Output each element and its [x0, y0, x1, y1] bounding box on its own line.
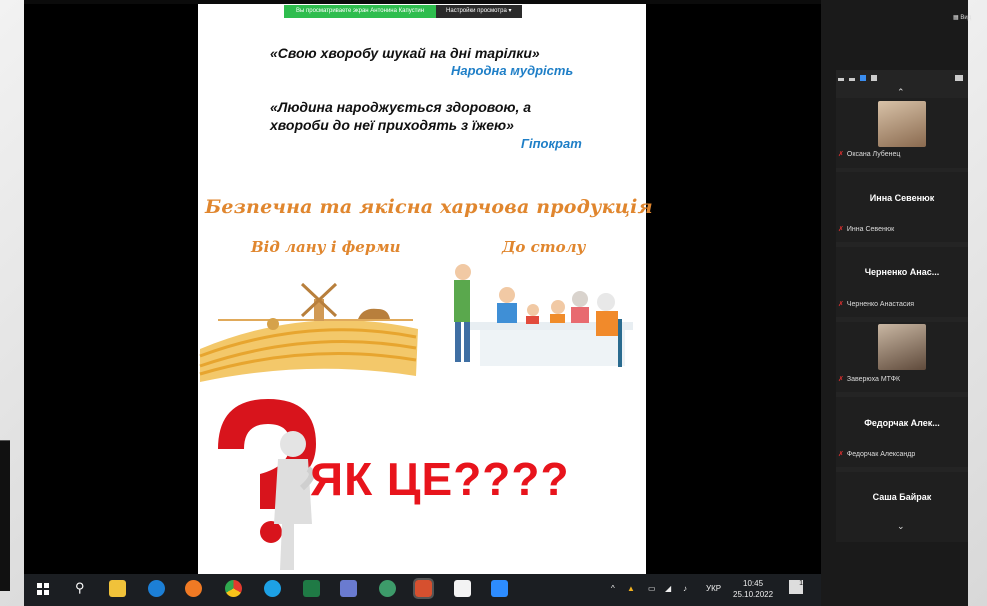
view-button-label: Вид	[960, 15, 972, 21]
scroll-up-icon[interactable]: ⌃	[897, 87, 905, 98]
firefox-icon[interactable]	[185, 580, 202, 597]
tray-overflow-icon[interactable]: ^	[611, 584, 615, 593]
volume-icon[interactable]: ♪	[683, 584, 687, 593]
battery-icon[interactable]: ▭	[648, 584, 656, 593]
excel-icon[interactable]	[303, 580, 320, 597]
powerpoint-icon[interactable]	[413, 578, 434, 599]
photos-icon[interactable]	[454, 580, 471, 597]
muted-mic-icon: ✗	[838, 451, 844, 458]
farm-field-illustration	[199, 282, 418, 382]
chrome-icon[interactable]	[225, 580, 242, 597]
participant-label: ✗ Федорчак Александр	[838, 450, 915, 458]
participant-label: ✗ Заверюха МТФК	[838, 375, 900, 383]
muted-mic-icon: ✗	[838, 301, 844, 308]
muted-mic-icon: ✗	[838, 376, 844, 383]
from-farm-label: Від лану і ферми	[251, 238, 401, 256]
minimize-icon[interactable]	[838, 78, 844, 81]
quote-author-hippocrates: Гіпократ	[521, 136, 582, 151]
question-text: ЯК ЦЕ????	[310, 453, 570, 505]
notification-icon[interactable]: 1	[789, 580, 803, 594]
file-explorer-icon[interactable]	[109, 580, 126, 597]
viewing-screen-label: Вы просматриваете экран Антонина Капусти…	[284, 5, 437, 18]
language-indicator[interactable]: УКР	[706, 584, 721, 593]
quote-author-folk: Народна мудрість	[451, 63, 574, 78]
clock-time: 10:45	[743, 579, 764, 588]
desktop-background-right	[968, 0, 987, 606]
zoom-app-icon[interactable]	[491, 580, 508, 597]
windows-logo-square-1	[37, 583, 42, 588]
background-window-edge	[0, 440, 10, 591]
participant-label-text: Федорчак Александр	[846, 451, 916, 458]
search-icon[interactable]: ⚲	[75, 580, 85, 596]
network-icon[interactable]: ◢	[665, 584, 671, 593]
to-table-label: До столу	[502, 238, 586, 256]
participant-label: ✗ Инна Севенюк	[838, 225, 894, 233]
notification-count: 1	[799, 580, 803, 587]
windows-logo-square-2	[44, 583, 49, 588]
participant-name: Саша Байрак	[872, 492, 932, 502]
view-settings-dropdown[interactable]: Настройки просмотра ▾	[436, 5, 522, 18]
gallery-view-icon[interactable]	[871, 75, 877, 81]
participant-name: Инна Севенюк	[869, 193, 935, 203]
participant-name: Федорчак Алек...	[864, 418, 940, 428]
pop-out-icon[interactable]	[955, 75, 963, 81]
edge-browser-icon[interactable]	[148, 580, 165, 597]
participant-label-text: Оксана Лубенец	[846, 151, 901, 158]
skype-icon[interactable]	[264, 580, 281, 597]
clock-date: 25.10.2022	[733, 590, 774, 599]
participant-label-text: Инна Севенюк	[846, 226, 895, 233]
windows-logo-square-4	[44, 590, 49, 595]
family-table-illustration	[454, 264, 633, 367]
scroll-down-icon[interactable]: ⌄	[897, 521, 905, 532]
gallery-layout-toolbar	[838, 75, 877, 81]
participant-label: ✗ Оксана Лубенец	[838, 150, 900, 158]
screen-share-banner: Вы просматриваете экран Антонина Капусти…	[284, 5, 522, 18]
windows-logo-square-3	[37, 590, 42, 595]
participant-label-text: Черненко Анастасия	[846, 301, 915, 308]
participant-avatar	[878, 101, 926, 147]
participant-avatar	[878, 324, 926, 370]
paint-icon[interactable]	[340, 580, 357, 597]
thinking-figure-illustration	[218, 399, 316, 570]
muted-mic-icon: ✗	[838, 226, 844, 233]
quote-hippocrates-line2: хвороби до неї приходять з їжею»	[270, 117, 514, 133]
quote-folk-wisdom: «Свою хворобу шукай на дні тарілки»	[270, 45, 540, 61]
participant-name: Черненко Анас...	[864, 267, 940, 277]
strip-view-icon[interactable]	[849, 78, 855, 81]
slide-heading: Безпечна та якісна харчова продукція	[205, 196, 653, 218]
participant-label-text: Заверюха МТФК	[846, 376, 901, 383]
clock[interactable]: 10:45 25.10.2022	[733, 578, 773, 600]
view-settings-label: Настройки просмотра	[446, 8, 507, 14]
muted-mic-icon: ✗	[838, 151, 844, 158]
view-button[interactable]: ▦ Вид	[953, 14, 971, 21]
speaker-view-icon[interactable]	[860, 75, 866, 81]
windows-start-icon[interactable]	[37, 583, 49, 595]
participant-label: ✗ Черненко Анастасия	[838, 300, 914, 308]
chrome-app-icon[interactable]	[379, 580, 396, 597]
chevron-down-icon: ▾	[508, 8, 512, 14]
warning-icon[interactable]: ▲	[627, 584, 635, 593]
quote-hippocrates-line1: «Людина народжується здоровою, а	[270, 99, 532, 115]
